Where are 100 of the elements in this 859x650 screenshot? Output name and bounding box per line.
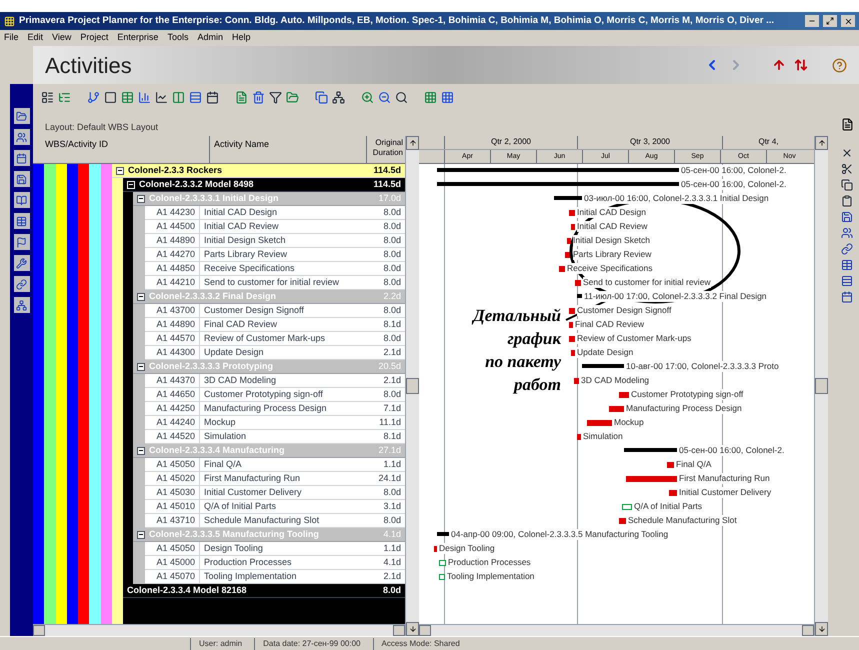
menu-item[interactable]: Project: [80, 31, 108, 45]
horizontal-scrollbar[interactable]: [33, 624, 405, 636]
menu-item[interactable]: View: [52, 31, 72, 45]
scroll-left-button[interactable]: [33, 625, 45, 636]
table-icon[interactable]: [841, 259, 853, 271]
network-icon[interactable]: [14, 297, 30, 313]
rows-icon[interactable]: [841, 275, 853, 287]
layout-icon[interactable]: [41, 90, 54, 104]
layout-label: Layout: Default WBS Layout: [45, 120, 158, 134]
activity-row[interactable]: A1 45050 Design Tooling 1.1d: [145, 542, 405, 556]
scroll-down-button[interactable]: [406, 622, 419, 636]
activity-row[interactable]: A1 44890 Final CAD Review 8.1d: [145, 318, 405, 332]
grid-icon[interactable]: [424, 90, 437, 104]
line-chart-icon[interactable]: [155, 90, 168, 104]
activity-row[interactable]: A1 44650 Customer Prototyping sign-off 8.0d: [145, 388, 405, 402]
grid-icon[interactable]: [441, 90, 454, 104]
wbs-row[interactable]: Colonel-2.3.3.4 Model 82168 8.0d: [123, 584, 405, 598]
scroll-down-button[interactable]: [815, 622, 828, 636]
zoom-out-icon[interactable]: [378, 90, 391, 104]
column-header[interactable]: WBS/Activity ID: [33, 136, 210, 163]
activity-row[interactable]: A1 43700 Customer Design Signoff 8.0d: [145, 304, 405, 318]
table-icon[interactable]: [14, 213, 30, 229]
menu-item[interactable]: Admin: [197, 31, 223, 45]
filter-icon[interactable]: [269, 90, 282, 104]
expand-toggle[interactable]: [137, 292, 145, 300]
activity-row[interactable]: A1 44240 Mockup 11.1d: [145, 416, 405, 430]
close-icon[interactable]: [841, 147, 853, 159]
square-icon[interactable]: [104, 90, 117, 104]
menu-item[interactable]: Help: [232, 31, 250, 45]
save-icon[interactable]: [14, 171, 30, 187]
menu-item[interactable]: Tools: [167, 31, 188, 45]
menu-item[interactable]: Enterprise: [117, 31, 158, 45]
activity-row[interactable]: A1 43710 Schedule Manufacturing Slot 8.0d: [145, 514, 405, 528]
users-icon[interactable]: [841, 227, 853, 239]
bar-chart-icon[interactable]: [138, 90, 151, 104]
scroll-thumb[interactable]: [815, 378, 828, 394]
calendar-icon[interactable]: [841, 291, 853, 303]
expand-toggle[interactable]: [137, 194, 145, 202]
scroll-up-button[interactable]: [406, 136, 419, 150]
users-icon[interactable]: [14, 129, 30, 145]
rows-icon[interactable]: [189, 90, 202, 104]
activity-row[interactable]: A1 44210 Send to customer for initial review 8.0d: [145, 276, 405, 290]
wbs-row[interactable]: Colonel-2.3.3.2 Model 8498 114.5d: [123, 178, 405, 192]
calendar-icon[interactable]: [14, 150, 30, 166]
scissors-icon[interactable]: [841, 163, 853, 175]
expand-toggle[interactable]: [137, 530, 145, 538]
book-icon[interactable]: [14, 192, 30, 208]
activity-row[interactable]: A1 45070 Tooling Implementation 2.1d: [145, 570, 405, 584]
indent-band: [133, 346, 145, 360]
activity-row[interactable]: A1 45030 Initial Customer Delivery 8.0d: [145, 486, 405, 500]
scroll-thumb[interactable]: [406, 378, 419, 394]
document-icon[interactable]: [840, 118, 854, 131]
column-header[interactable]: Original Duration: [367, 136, 405, 163]
vertical-scrollbar[interactable]: [814, 136, 828, 636]
wrench-icon[interactable]: [14, 255, 30, 271]
maximize-button[interactable]: [823, 15, 837, 27]
vertical-scrollbar[interactable]: [405, 136, 419, 636]
activity-row[interactable]: A1 44300 Update Design 2.1d: [145, 346, 405, 360]
link-icon[interactable]: [14, 276, 30, 292]
tree-icon[interactable]: [58, 90, 71, 104]
flag-icon[interactable]: [14, 234, 30, 250]
activity-row[interactable]: A1 45020 First Manufacturing Run 24.1d: [145, 472, 405, 486]
trash-icon[interactable]: [252, 90, 265, 104]
activity-row[interactable]: A1 45010 Q/A of Initial Parts 3.1d: [145, 500, 405, 514]
clipboard-icon[interactable]: [841, 195, 853, 207]
activity-row[interactable]: A1 44520 Simulation 8.1d: [145, 430, 405, 444]
menu-item[interactable]: File: [4, 31, 19, 45]
activity-row[interactable]: A1 45000 Production Processes 4.1d: [145, 556, 405, 570]
expand-toggle[interactable]: [116, 166, 124, 174]
zoom-in-icon[interactable]: [361, 90, 374, 104]
activity-row[interactable]: A1 45050 Final Q/A 1.1d: [145, 458, 405, 472]
save-icon[interactable]: [841, 211, 853, 223]
activity-row[interactable]: A1 44370 3D CAD Modeling 2.1d: [145, 374, 405, 388]
expand-toggle[interactable]: [137, 362, 145, 370]
scroll-up-button[interactable]: [815, 136, 828, 150]
network-icon[interactable]: [332, 90, 345, 104]
calendar-icon[interactable]: [206, 90, 219, 104]
copy-icon[interactable]: [841, 179, 853, 191]
minimize-button[interactable]: [805, 15, 819, 27]
menu-item[interactable]: Edit: [28, 31, 44, 45]
close-button[interactable]: [841, 15, 855, 27]
activity-row[interactable]: A1 44270 Parts Library Review 8.0d: [145, 248, 405, 262]
activity-row[interactable]: A1 44570 Review of Customer Mark-ups 8.0d: [145, 332, 405, 346]
column-header[interactable]: Activity Name: [210, 136, 367, 163]
copy-icon[interactable]: [315, 90, 328, 104]
duration: 4.1d: [383, 556, 402, 569]
activity-row[interactable]: A1 44850 Receive Specifications 8.0d: [145, 262, 405, 276]
folder-icon[interactable]: [14, 108, 30, 124]
branch-icon[interactable]: [87, 90, 100, 104]
project-row[interactable]: Colonel-2.3.3 Rockers 114.5d: [112, 164, 405, 178]
activity-row[interactable]: A1 44500 Initial CAD Review 8.0d: [145, 220, 405, 234]
link-icon[interactable]: [841, 243, 853, 255]
expand-toggle[interactable]: [137, 446, 145, 454]
activity-row[interactable]: A1 44250 Manufacturing Process Design 7.1d: [145, 402, 405, 416]
search-icon[interactable]: [395, 90, 408, 104]
activity-row[interactable]: A1 44230 Initial CAD Design 8.0d: [145, 206, 405, 220]
duration: 1.1d: [383, 542, 402, 555]
activity-row[interactable]: A1 44890 Initial Design Sketch 8.0d: [145, 234, 405, 248]
bar-label: 04-апр-00 09:00, Colonel-2.3.3.3.5 Manufacturing Tooling: [451, 529, 668, 540]
columns-icon[interactable]: [172, 90, 185, 104]
